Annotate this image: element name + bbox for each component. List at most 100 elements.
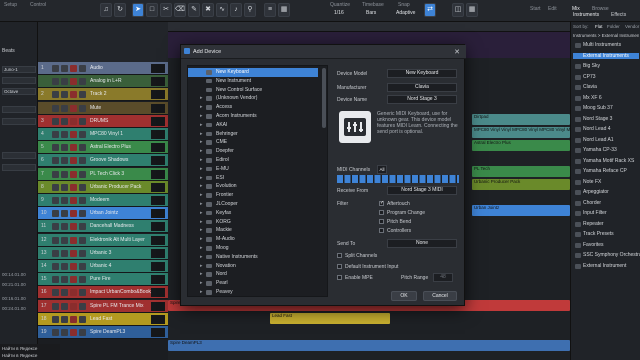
expand-arrow-icon[interactable]: ▸ [200, 147, 203, 156]
solo-button[interactable] [61, 263, 68, 270]
solo-button[interactable] [61, 210, 68, 218]
browser-item[interactable]: External Instrument [583, 263, 626, 269]
mute-button[interactable] [52, 315, 59, 323]
arrange-clip[interactable]: Dirtpad [472, 114, 570, 125]
track-name[interactable]: Lead Fast [90, 316, 112, 322]
solo-button[interactable] [61, 170, 68, 178]
mute-button[interactable] [52, 249, 59, 257]
device-model-field[interactable]: New Keyboard [387, 69, 457, 78]
expand-arrow-icon[interactable]: ▸ [200, 253, 203, 262]
record-arm-button[interactable] [70, 223, 77, 231]
track-volume-meter[interactable] [151, 103, 165, 113]
track-name[interactable]: Impact UrbanCombo&Book_2 [90, 289, 156, 295]
mute-button[interactable] [52, 197, 59, 204]
expand-arrow-icon[interactable]: ▸ [200, 270, 203, 279]
sort-flat[interactable]: Flat [595, 24, 603, 29]
expand-arrow-icon[interactable]: ▸ [200, 182, 203, 191]
track-row[interactable]: 7 PL Tech Click 3 [38, 167, 168, 181]
track-row[interactable]: 3 DRUMS [38, 114, 168, 128]
track-name[interactable]: Astral Electro Plus [90, 144, 131, 150]
snap-value[interactable]: Adaptive [396, 10, 415, 16]
track-row[interactable]: Mute [38, 101, 168, 115]
device-list[interactable]: New Keyboard New Instrument New Control Su… [187, 65, 328, 297]
track-name[interactable]: PL Tech Click 3 [90, 171, 124, 177]
octave-field[interactable]: Octave [2, 88, 36, 95]
mute-button[interactable] [52, 276, 59, 284]
preset-field[interactable]: Juno-1 [2, 66, 36, 73]
start-label[interactable]: Start [530, 6, 541, 12]
expand-arrow-icon[interactable]: ▸ [200, 94, 203, 103]
device-name-field[interactable]: Nord Stage 3 [387, 95, 457, 104]
mute-tool-icon[interactable]: ✖ [202, 3, 214, 17]
browser-item[interactable]: Nord Stage 3 [583, 116, 612, 122]
inspector-field-5[interactable] [2, 118, 36, 125]
track-name[interactable]: Spire PL FM Trance Mix [90, 303, 143, 309]
tab-instruments[interactable]: Instruments [573, 12, 599, 18]
solo-button[interactable] [61, 276, 68, 284]
mute-button[interactable] [52, 104, 59, 112]
expand-arrow-icon[interactable]: ▸ [200, 138, 203, 147]
record-arm-button[interactable] [70, 315, 77, 323]
solo-button[interactable] [61, 131, 68, 138]
track-row[interactable]: 12 Elektronik Alt Multi Layer [38, 233, 168, 247]
expand-arrow-icon[interactable]: ▸ [200, 174, 203, 183]
solo-button[interactable] [61, 197, 68, 204]
record-arm-button[interactable] [70, 117, 77, 125]
track-volume-meter[interactable] [151, 77, 165, 87]
expand-arrow-icon[interactable]: ▸ [200, 191, 203, 200]
solo-button[interactable] [61, 144, 68, 152]
record-arm-button[interactable] [70, 249, 77, 257]
monitor-button[interactable] [79, 197, 86, 204]
browser-item[interactable]: Arpeggiator [583, 189, 609, 195]
arrange-clip[interactable]: MPC80 Vinyl Vinyl MPC80 Vinyl MPC80 Viny… [472, 127, 570, 138]
mute-button[interactable] [52, 144, 59, 152]
expand-arrow-icon[interactable]: ▸ [200, 103, 203, 112]
solo-button[interactable] [61, 329, 68, 336]
device-list-item[interactable]: ▸ Doepfer [188, 147, 318, 156]
expand-arrow-icon[interactable]: ▸ [200, 200, 203, 209]
track-name[interactable]: MPC80 Vinyl 1 [90, 131, 123, 137]
timeline-ruler[interactable] [168, 22, 570, 32]
device-list-item[interactable]: ▸ Native Instruments [188, 253, 318, 262]
track-name[interactable]: Spire DeamPL3 [90, 329, 125, 335]
monitor-button[interactable] [79, 117, 86, 125]
track-volume-meter[interactable] [151, 248, 165, 258]
device-list-item[interactable]: ▸ KORG [188, 218, 318, 227]
monitor-button[interactable] [79, 210, 86, 218]
track-row[interactable]: 16 Impact UrbanCombo&Book_2 [38, 286, 168, 300]
device-list-item[interactable]: New Keyboard [188, 68, 318, 77]
browser-item[interactable]: Yamaha Motif Rack XS [583, 158, 634, 164]
track-row[interactable]: 4 MPC80 Vinyl 1 [38, 128, 168, 141]
expand-arrow-icon[interactable]: ▸ [200, 218, 203, 227]
solo-button[interactable] [61, 91, 68, 99]
browser-item[interactable]: Mx XF 6 [583, 95, 602, 101]
expand-arrow-icon[interactable]: ▸ [200, 156, 203, 165]
grid-view-icon[interactable]: ▦ [466, 3, 478, 17]
monitor-button[interactable] [79, 131, 86, 138]
track-volume-meter[interactable] [151, 328, 165, 337]
device-list-item[interactable]: ▸ Nord [188, 270, 318, 279]
track-volume-meter[interactable] [151, 90, 165, 100]
track-name[interactable]: Groove Shadows [90, 157, 128, 163]
track-name[interactable]: Urbanic Producer Pack [90, 184, 141, 190]
record-arm-button[interactable] [70, 236, 77, 244]
arrange-clip[interactable]: Lead Fast [270, 313, 390, 324]
track-name[interactable]: Modeem [90, 197, 109, 203]
track-row[interactable]: Analog in L+R [38, 75, 168, 89]
range-tool-icon[interactable]: □ [146, 3, 158, 17]
monitor-button[interactable] [79, 329, 86, 336]
track-volume-meter[interactable] [151, 169, 165, 179]
sort-vendor[interactable]: Vendor [625, 24, 639, 29]
browser-item[interactable]: Favorites [583, 242, 604, 248]
track-row[interactable]: 11 Dancehall Madness [38, 220, 168, 234]
solo-button[interactable] [61, 289, 68, 297]
paint-tool-icon[interactable]: ✎ [188, 3, 200, 17]
tab-effects[interactable]: Effects [611, 12, 626, 18]
record-arm-button[interactable] [70, 170, 77, 178]
track-name[interactable]: Audio [90, 65, 103, 71]
midi-all-button[interactable]: All [377, 165, 387, 174]
record-arm-button[interactable] [70, 65, 77, 72]
browser-item[interactable]: CP73 [583, 74, 596, 80]
solo-button[interactable] [61, 157, 68, 165]
device-list-item[interactable]: ▸ Acorn Instruments [188, 112, 318, 121]
